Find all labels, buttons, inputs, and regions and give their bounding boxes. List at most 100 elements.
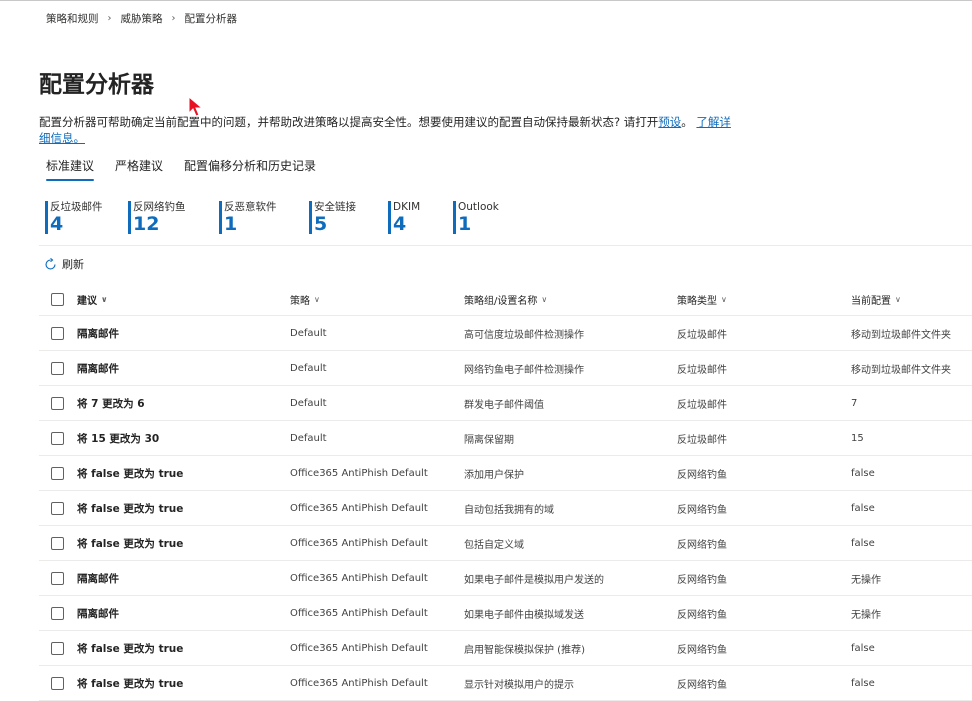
breadcrumb-item-policies[interactable]: 策略和规则	[46, 11, 99, 26]
cell-current-config: false	[851, 467, 875, 479]
column-header-policy[interactable]: 策略 ∨	[290, 292, 320, 307]
table-row[interactable]: 将 false 更改为 true Office365 AntiPhish Defa…	[39, 666, 972, 701]
section-divider	[39, 245, 972, 246]
stat-value: 1	[224, 213, 238, 235]
stat-anti-phishing[interactable]: 反网络钓鱼 12	[128, 201, 219, 234]
row-checkbox[interactable]	[51, 536, 64, 550]
refresh-label: 刷新	[62, 258, 84, 271]
row-checkbox[interactable]	[51, 396, 64, 410]
refresh-button[interactable]: 刷新	[44, 256, 84, 272]
tab-list: 标准建议 严格建议 配置偏移分析和历史记录	[39, 155, 330, 181]
column-header-setting[interactable]: 策略组/设置名称 ∨	[464, 292, 547, 307]
cell-current-config: 15	[851, 432, 864, 444]
recommendations-table: 建议 ∨ 策略 ∨ 策略组/设置名称 ∨ 策略类型 ∨ 当前配置 ∨ 隔离邮件 Defaul…	[39, 283, 972, 701]
breadcrumb-item-threat-policies[interactable]: 威胁策略	[121, 11, 163, 26]
table-row[interactable]: 隔离邮件 Default 网络钓鱼电子邮件检测操作 反垃圾邮件 移动到垃圾邮件文件夹	[39, 351, 972, 386]
page-title: 配置分析器	[39, 72, 154, 98]
row-checkbox[interactable]	[51, 501, 64, 515]
cell-recommendation[interactable]: 将 false 更改为 true	[77, 501, 183, 516]
cell-recommendation[interactable]: 将 false 更改为 true	[77, 466, 183, 481]
cell-setting: 添加用户保护	[464, 469, 524, 481]
cell-recommendation[interactable]: 隔离邮件	[77, 326, 119, 341]
cell-setting: 自动包括我拥有的域	[464, 504, 554, 516]
column-header-policy-type[interactable]: 策略类型 ∨	[677, 292, 727, 307]
cell-policy: Default	[290, 327, 327, 339]
table-row[interactable]: 将 7 更改为 6 Default 群发电子邮件阈值 反垃圾邮件 7	[39, 386, 972, 421]
table-row[interactable]: 将 15 更改为 30 Default 隔离保留期 反垃圾邮件 15	[39, 421, 972, 456]
cell-setting: 高可信度垃圾邮件检测操作	[464, 329, 584, 341]
cell-recommendation[interactable]: 隔离邮件	[77, 361, 119, 376]
cell-policy-type: 反网络钓鱼	[677, 609, 727, 621]
cell-setting: 包括自定义域	[464, 539, 524, 551]
description-text: 配置分析器可帮助确定当前配置中的问题，并帮助改进策略以提高安全性。想要使用建议的…	[39, 115, 659, 129]
presets-link[interactable]: 预设	[658, 115, 681, 129]
cell-recommendation[interactable]: 将 15 更改为 30	[77, 431, 159, 446]
cell-setting: 显示针对模拟用户的提示	[464, 679, 574, 691]
cell-current-config: false	[851, 537, 875, 549]
cell-policy-type: 反网络钓鱼	[677, 679, 727, 691]
cell-recommendation[interactable]: 隔离邮件	[77, 571, 119, 586]
cell-setting: 隔离保留期	[464, 434, 514, 446]
stat-dkim[interactable]: DKIM 4	[388, 201, 453, 234]
cell-policy: Office365 AntiPhish Default	[290, 677, 428, 689]
chevron-right-icon: ›	[107, 13, 112, 24]
row-checkbox[interactable]	[51, 606, 64, 620]
cell-setting: 群发电子邮件阈值	[464, 399, 544, 411]
cell-recommendation[interactable]: 将 false 更改为 true	[77, 641, 183, 656]
cell-policy: Office365 AntiPhish Default	[290, 502, 428, 514]
cell-policy-type: 反网络钓鱼	[677, 504, 727, 516]
tab-strict[interactable]: 严格建议	[108, 155, 170, 181]
stats-summary: 反垃圾邮件 4 反网络钓鱼 12 反恶意软件 1 安全链接 5 DKIM 4 O…	[45, 201, 528, 234]
select-all-checkbox[interactable]	[51, 292, 64, 306]
table-row[interactable]: 将 false 更改为 true Office365 AntiPhish Defa…	[39, 526, 972, 561]
row-checkbox[interactable]	[51, 326, 64, 340]
row-checkbox[interactable]	[51, 361, 64, 375]
cell-current-config: 7	[851, 397, 858, 409]
chevron-down-icon: ∨	[895, 294, 901, 304]
cell-policy: Default	[290, 432, 327, 444]
table-row[interactable]: 将 false 更改为 true Office365 AntiPhish Defa…	[39, 631, 972, 666]
cell-current-config: false	[851, 642, 875, 654]
row-checkbox[interactable]	[51, 571, 64, 585]
table-row[interactable]: 隔离邮件 Office365 AntiPhish Default 如果电子邮件由模拟…	[39, 596, 972, 631]
cell-recommendation[interactable]: 将 false 更改为 true	[77, 536, 183, 551]
stat-value: 5	[314, 213, 328, 235]
table-header: 建议 ∨ 策略 ∨ 策略组/设置名称 ∨ 策略类型 ∨ 当前配置 ∨	[39, 283, 972, 316]
cell-policy-type: 反网络钓鱼	[677, 469, 727, 481]
table-row[interactable]: 隔离邮件 Office365 AntiPhish Default 如果电子邮件是模拟…	[39, 561, 972, 596]
cell-current-config: 无操作	[851, 574, 881, 586]
cell-current-config: 移动到垃圾邮件文件夹	[851, 329, 951, 341]
cell-policy-type: 反网络钓鱼	[677, 539, 727, 551]
stat-anti-malware[interactable]: 反恶意软件 1	[219, 201, 309, 234]
chevron-down-icon: ∨	[101, 294, 108, 304]
cell-recommendation[interactable]: 将 7 更改为 6	[77, 396, 145, 411]
cell-current-config: 无操作	[851, 609, 881, 621]
description-sep: 。	[681, 115, 693, 129]
cell-policy: Default	[290, 397, 327, 409]
row-checkbox[interactable]	[51, 466, 64, 480]
cell-policy-type: 反网络钓鱼	[677, 644, 727, 656]
column-header-recommendation[interactable]: 建议 ∨	[77, 292, 108, 307]
row-checkbox[interactable]	[51, 676, 64, 690]
tab-standard[interactable]: 标准建议	[39, 155, 101, 181]
tab-drift-history[interactable]: 配置偏移分析和历史记录	[177, 155, 323, 181]
table-row[interactable]: 将 false 更改为 true Office365 AntiPhish Defa…	[39, 456, 972, 491]
table-row[interactable]: 隔离邮件 Default 高可信度垃圾邮件检测操作 反垃圾邮件 移动到垃圾邮件文件夹	[39, 316, 972, 351]
stat-safe-links[interactable]: 安全链接 5	[309, 201, 388, 234]
cell-setting: 启用智能保模拟保护 (推荐)	[464, 644, 585, 656]
column-header-current-config[interactable]: 当前配置 ∨	[851, 292, 901, 307]
stat-outlook[interactable]: Outlook 1	[453, 201, 528, 234]
cell-policy: Office365 AntiPhish Default	[290, 537, 428, 549]
row-checkbox[interactable]	[51, 431, 64, 445]
row-checkbox[interactable]	[51, 641, 64, 655]
stat-anti-spam[interactable]: 反垃圾邮件 4	[45, 201, 128, 234]
cell-policy: Office365 AntiPhish Default	[290, 642, 428, 654]
cell-recommendation[interactable]: 隔离邮件	[77, 606, 119, 621]
chevron-down-icon: ∨	[314, 294, 320, 304]
stat-value: 4	[50, 213, 64, 235]
page-description: 配置分析器可帮助确定当前配置中的问题，并帮助改进策略以提高安全性。想要使用建议的…	[39, 114, 739, 146]
cell-policy: Office365 AntiPhish Default	[290, 607, 428, 619]
table-row[interactable]: 将 false 更改为 true Office365 AntiPhish Defa…	[39, 491, 972, 526]
cell-policy-type: 反垃圾邮件	[677, 434, 727, 446]
cell-recommendation[interactable]: 将 false 更改为 true	[77, 676, 183, 691]
